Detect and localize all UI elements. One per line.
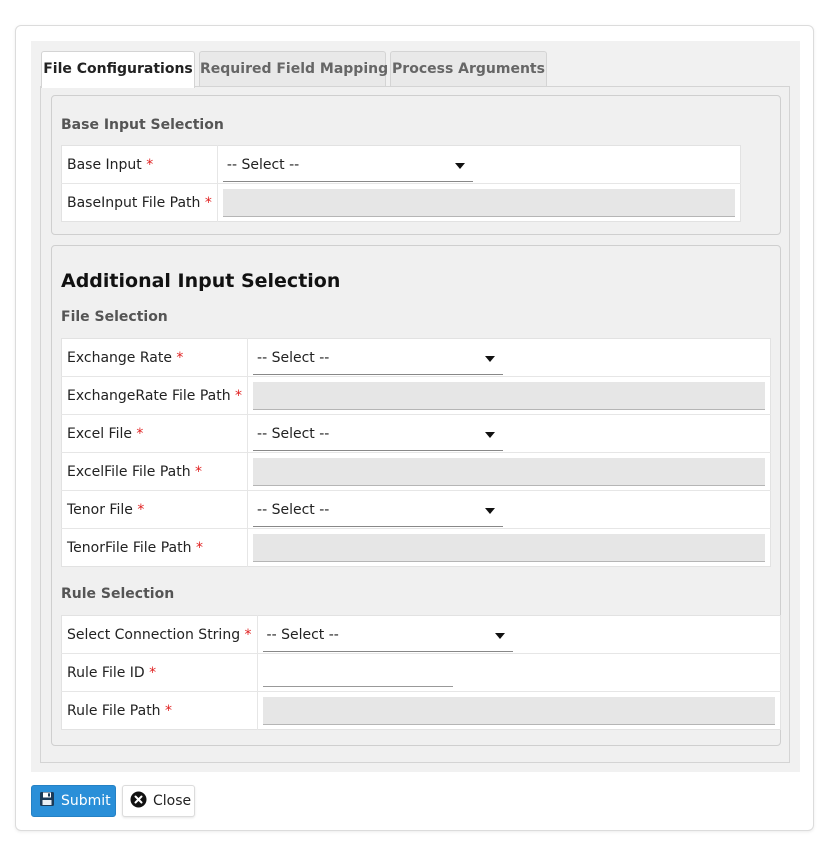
tab-required-field-mapping[interactable]: Required Field Mapping [199, 51, 388, 87]
table-row: TenorFile File Path * [61, 528, 771, 567]
table-row: Exchange Rate * -- Select -- [61, 338, 771, 377]
table-row: Rule File ID * [61, 653, 781, 692]
table-row: Rule File Path * [61, 691, 781, 730]
caret-down-icon [454, 162, 465, 169]
caret-down-icon [485, 355, 496, 362]
file-selection-legend: File Selection [61, 309, 168, 325]
field-label: Tenor File * [61, 490, 249, 529]
table-row: ExchangeRate File Path * [61, 376, 771, 415]
field-label: Rule File ID * [61, 653, 258, 692]
field-label: Excel File * [61, 414, 249, 453]
tenor-file-select[interactable]: -- Select -- [253, 492, 504, 527]
required-marker: * [244, 626, 252, 643]
base-input-table: Base Input * -- Select -- BaseInput File… [61, 145, 741, 222]
close-button[interactable]: Close [122, 785, 195, 817]
tab-file-configurations[interactable]: File Configurations [41, 51, 195, 88]
exchangerate-file-path-field[interactable] [253, 381, 766, 410]
field-label: Base Input * [61, 145, 218, 184]
required-marker: * [204, 194, 212, 211]
required-marker: * [195, 539, 203, 556]
table-row: ExcelFile File Path * [61, 452, 771, 491]
required-marker: * [149, 664, 157, 681]
table-row: Base Input * -- Select -- [61, 145, 741, 184]
baseinput-file-path-field[interactable] [222, 188, 735, 217]
excelfile-file-path-field[interactable] [253, 457, 766, 486]
field-label: TenorFile File Path * [61, 528, 249, 567]
additional-input-title: Additional Input Selection [61, 270, 341, 292]
required-marker: * [176, 349, 184, 366]
caret-down-icon [485, 431, 496, 438]
exchange-rate-select[interactable]: -- Select -- [253, 340, 504, 375]
field-label: Exchange Rate * [61, 338, 249, 377]
caret-down-icon [485, 507, 496, 514]
required-marker: * [146, 156, 154, 173]
rule-file-id-input[interactable] [262, 658, 453, 687]
caret-down-icon [494, 632, 505, 639]
required-marker: * [137, 501, 145, 518]
rule-file-path-field[interactable] [262, 696, 775, 725]
base-input-legend: Base Input Selection [61, 117, 224, 133]
required-marker: * [165, 702, 173, 719]
field-label: Select Connection String * [61, 615, 258, 654]
field-label: ExchangeRate File Path * [61, 376, 249, 415]
connection-string-select[interactable]: -- Select -- [262, 617, 513, 652]
field-label: ExcelFile File Path * [61, 452, 249, 491]
submit-button[interactable]: Submit [31, 785, 116, 817]
required-marker: * [235, 387, 243, 404]
table-row: Select Connection String * -- Select -- [61, 615, 781, 654]
field-label: BaseInput File Path * [61, 183, 218, 222]
field-label: Rule File Path * [61, 691, 258, 730]
rule-selection-legend: Rule Selection [61, 586, 175, 602]
base-input-select[interactable]: -- Select -- [222, 147, 473, 182]
table-row: BaseInput File Path * [61, 183, 741, 222]
required-marker: * [195, 463, 203, 480]
rule-selection-table: Select Connection String * -- Select -- … [61, 615, 781, 730]
tenorfile-file-path-field[interactable] [253, 533, 766, 562]
close-circle-icon [130, 791, 147, 812]
excel-file-select[interactable]: -- Select -- [253, 416, 504, 451]
required-marker: * [136, 425, 144, 442]
floppy-disk-icon [39, 791, 55, 811]
table-row: Tenor File * -- Select -- [61, 490, 771, 529]
table-row: Excel File * -- Select -- [61, 414, 771, 453]
file-selection-table: Exchange Rate * -- Select -- ExchangeRat… [61, 338, 772, 567]
tab-process-arguments[interactable]: Process Arguments [390, 51, 547, 87]
